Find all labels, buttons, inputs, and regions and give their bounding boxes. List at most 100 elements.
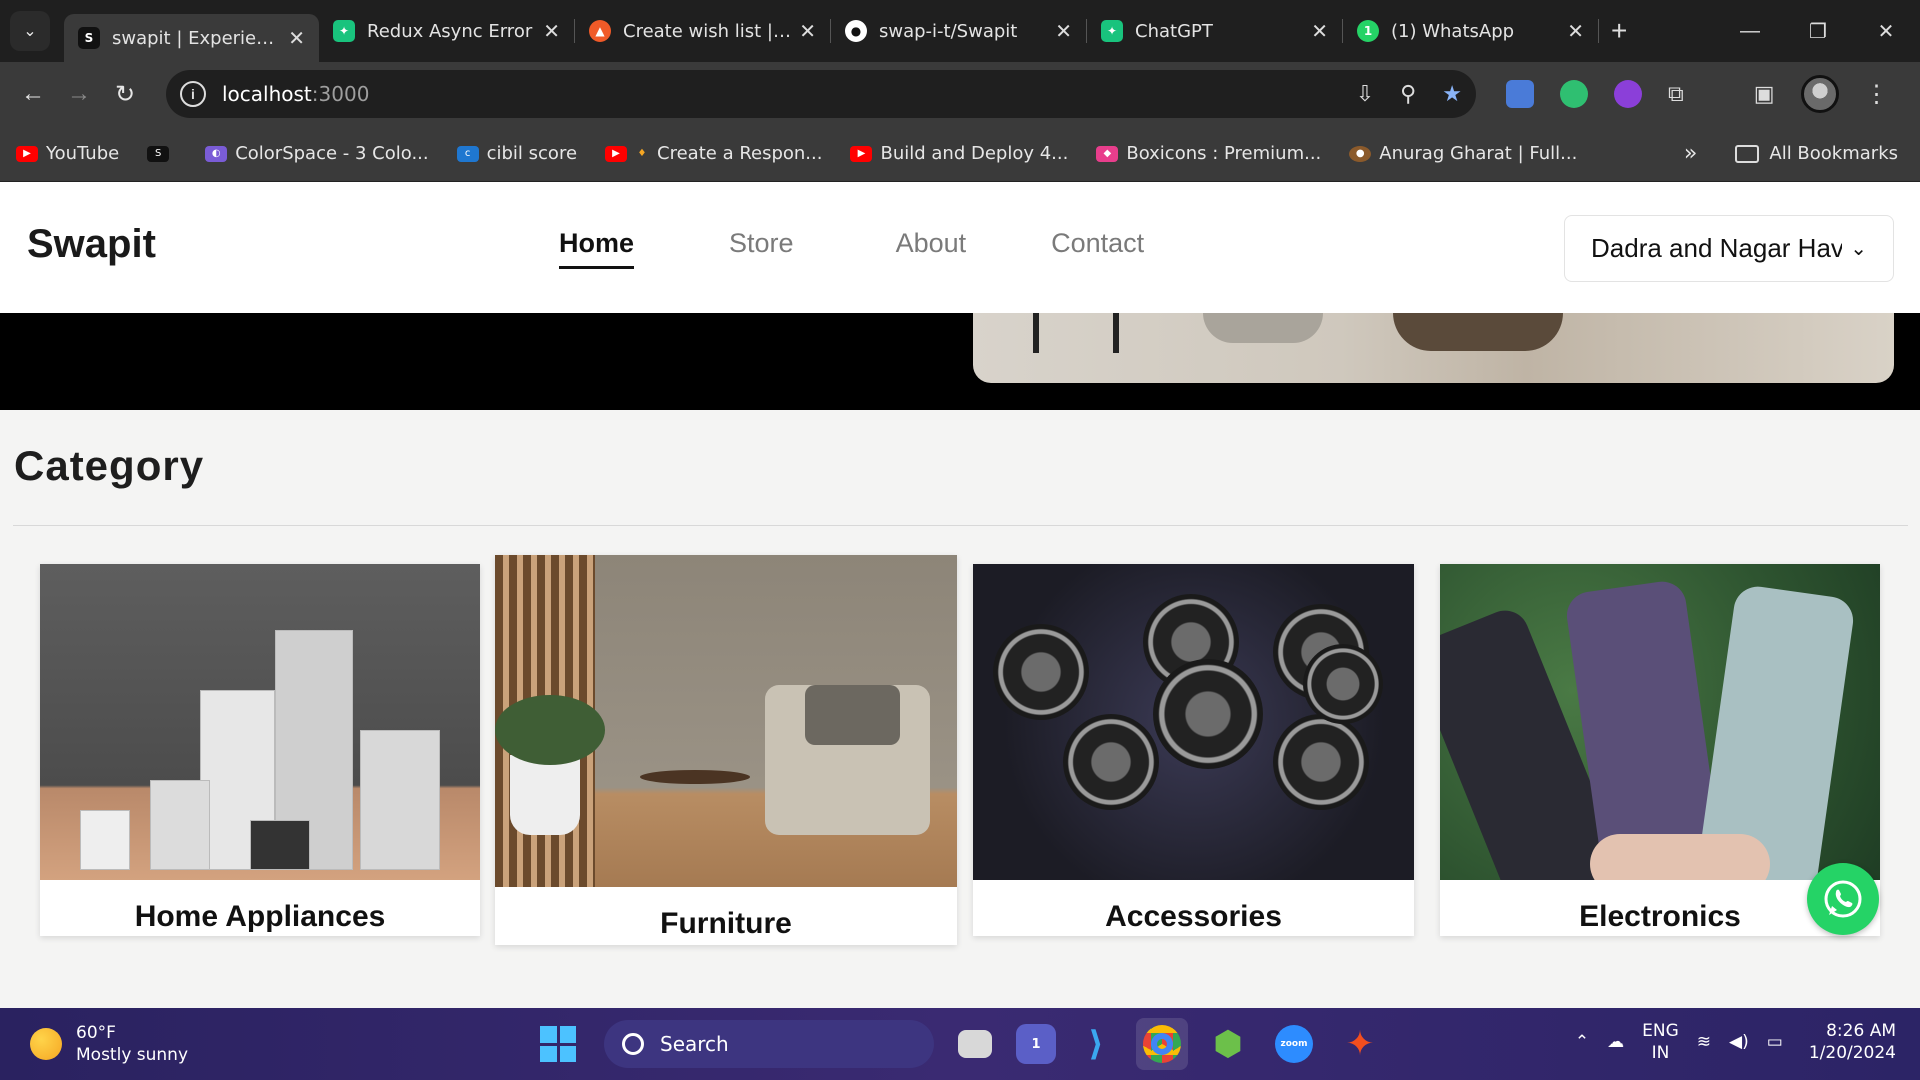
region-select[interactable]: Dadra and Nagar Haveli ⌄ [1564, 215, 1894, 282]
nav-home-link[interactable]: Home [559, 228, 635, 269]
task-view-icon[interactable] [958, 1030, 992, 1058]
close-icon[interactable]: ✕ [288, 26, 305, 50]
taskbar-apps: Search 1 ⟩ ⬢ zoom ✦ [540, 1018, 1386, 1070]
clock-date: 1/20/2024 [1808, 1043, 1896, 1063]
onedrive-icon[interactable]: ☁ [1607, 1032, 1624, 1052]
chrome-icon[interactable] [1136, 1018, 1188, 1070]
side-table-top [640, 770, 750, 784]
bookmarks-bar: ▶ YouTube S ◐ ColorSpace - 3 Colo... c cibi… [0, 126, 1920, 182]
windows-taskbar: 60°F Mostly sunny Search 1 ⟩ ⬢ zoom ✦ ⌃ … [0, 1008, 1920, 1080]
url-text[interactable]: localhost:3000 [222, 82, 369, 106]
new-tab-plus-icon[interactable]: + [1611, 15, 1627, 47]
category-heading: Category [14, 442, 205, 489]
zoom-icon[interactable]: ⚲ [1400, 81, 1416, 107]
tab-whatsapp[interactable]: 1 (1) WhatsApp ✕ [1343, 10, 1598, 52]
tab-title: (1) WhatsApp [1391, 20, 1515, 42]
more-menu-icon[interactable]: ⋮ [1865, 80, 1889, 109]
screen: ⌄ S swapit | Experience ✕ ✦ Redux Async … [0, 0, 1920, 1080]
taskbar-search[interactable]: Search [604, 1020, 934, 1068]
language-indicator[interactable]: ENG IN [1642, 1020, 1679, 1064]
nav-contact-link[interactable]: Contact [1051, 228, 1144, 259]
bookmark-create-respon[interactable]: ▶ ♦ Create a Respon... [605, 143, 822, 164]
nodejs-icon[interactable]: ⬢ [1202, 1018, 1254, 1070]
bookmark-star-icon[interactable]: ★ [1442, 81, 1462, 107]
bookmark-build-deploy[interactable]: ▶ Build and Deploy 4... [850, 143, 1068, 164]
extension-ring-icon[interactable] [1560, 80, 1588, 108]
close-icon[interactable]: ✕ [799, 19, 816, 43]
all-bookmarks-button[interactable]: All Bookmarks [1735, 143, 1898, 164]
planter [1203, 313, 1323, 343]
close-icon[interactable]: ✕ [1311, 19, 1328, 43]
tab-swapit[interactable]: S swapit | Experience ✕ [64, 14, 319, 62]
watch [1153, 659, 1263, 769]
site-info-icon[interactable]: i [180, 81, 206, 107]
tab-chatgpt[interactable]: ✦ ChatGPT ✕ [1087, 10, 1342, 52]
url-port: :3000 [311, 82, 370, 106]
weather-widget[interactable]: 60°F Mostly sunny [30, 1022, 188, 1066]
cibil-icon: c [456, 145, 479, 162]
figma-icon[interactable]: ✦ [1334, 1018, 1386, 1070]
bookmark-anurag[interactable]: ● Anurag Gharat | Full... [1349, 143, 1577, 164]
divider [13, 525, 1908, 526]
close-icon[interactable]: ✕ [1055, 19, 1072, 43]
nav-about-link[interactable]: About [896, 228, 967, 259]
watch [1063, 714, 1159, 810]
url-host: localhost [222, 82, 312, 106]
back-arrow-icon[interactable]: ← [10, 80, 56, 108]
extensions-puzzle-icon[interactable]: ⧉ [1668, 81, 1684, 107]
search-icon [622, 1033, 644, 1055]
bookmark-boxicons[interactable]: ◆ Boxicons : Premium... [1096, 143, 1321, 164]
tab-redux[interactable]: ✦ Redux Async Error ✕ [319, 10, 574, 52]
reload-icon[interactable]: ↻ [102, 80, 148, 109]
category-card-furniture[interactable]: Furniture [495, 555, 957, 945]
tab-separator [1598, 19, 1599, 43]
volume-icon[interactable]: ◀) [1729, 1032, 1749, 1052]
start-button[interactable] [540, 1026, 576, 1062]
teams-icon[interactable]: 1 [1016, 1024, 1056, 1064]
github-icon: ● [845, 20, 867, 42]
close-window-icon[interactable]: ✕ [1852, 0, 1920, 62]
tab-wishlist[interactable]: ▲ Create wish list | pu ✕ [575, 10, 830, 52]
watch [1273, 714, 1369, 810]
folder-icon [1735, 144, 1760, 163]
category-card-accessories[interactable]: Accessories [973, 564, 1414, 936]
tab-title: ChatGPT [1135, 20, 1213, 42]
site-logo[interactable]: Swapit [27, 222, 156, 267]
extension-purple-icon[interactable] [1614, 80, 1642, 108]
extensions-area: ⧉ ▣ ⋮ [1506, 75, 1889, 113]
more-bookmarks-chevron-icon[interactable]: » [1684, 141, 1697, 166]
close-icon[interactable]: ✕ [1567, 19, 1584, 43]
extension-screen-icon[interactable] [1506, 80, 1534, 108]
nav-store-link[interactable]: Store [729, 228, 794, 259]
bookmark-cibil[interactable]: c cibil score [456, 143, 577, 164]
whatsapp-chat-button[interactable] [1807, 863, 1879, 935]
forward-arrow-icon[interactable]: → [56, 80, 102, 108]
side-panel-icon[interactable]: ▣ [1754, 81, 1775, 107]
wifi-icon[interactable]: ≋ [1697, 1032, 1711, 1052]
chatgpt-favicon-icon: ✦ [1101, 20, 1123, 42]
clock[interactable]: 8:26 AM 1/20/2024 [1809, 1020, 1896, 1064]
bookmark-label: Build and Deploy 4... [880, 143, 1069, 164]
minimize-icon[interactable]: — [1716, 0, 1784, 62]
bookmark-colorspace[interactable]: ◐ ColorSpace - 3 Colo... [205, 143, 429, 164]
battery-icon[interactable]: ▭ [1767, 1032, 1783, 1052]
tab-search-button[interactable]: ⌄ [10, 11, 50, 51]
youtube-icon: ▶ [16, 145, 38, 162]
profile-avatar[interactable] [1800, 75, 1839, 113]
tab-github[interactable]: ● swap-i-t/Swapit ✕ [831, 10, 1086, 52]
bookmark-label: Anurag Gharat | Full... [1379, 143, 1578, 164]
zoom-icon[interactable]: zoom [1268, 1018, 1320, 1070]
category-card-home-appliances[interactable]: Home Appliances [40, 564, 480, 936]
omnibox[interactable]: i localhost:3000 ⇩ ⚲ ★ [166, 70, 1476, 118]
lang-code: ENG [1642, 1021, 1679, 1041]
appliance [150, 780, 210, 870]
vscode-icon[interactable]: ⟩ [1070, 1018, 1122, 1070]
chair-leg [1113, 313, 1119, 353]
tray-overflow-icon[interactable]: ⌃ [1575, 1032, 1589, 1052]
restore-icon[interactable]: ❐ [1784, 0, 1852, 62]
install-app-icon[interactable]: ⇩ [1356, 81, 1374, 107]
bookmark-youtube[interactable]: ▶ YouTube [16, 143, 119, 164]
watch [1303, 644, 1383, 724]
bookmark-swapit[interactable]: S [147, 145, 177, 162]
close-icon[interactable]: ✕ [543, 19, 560, 43]
